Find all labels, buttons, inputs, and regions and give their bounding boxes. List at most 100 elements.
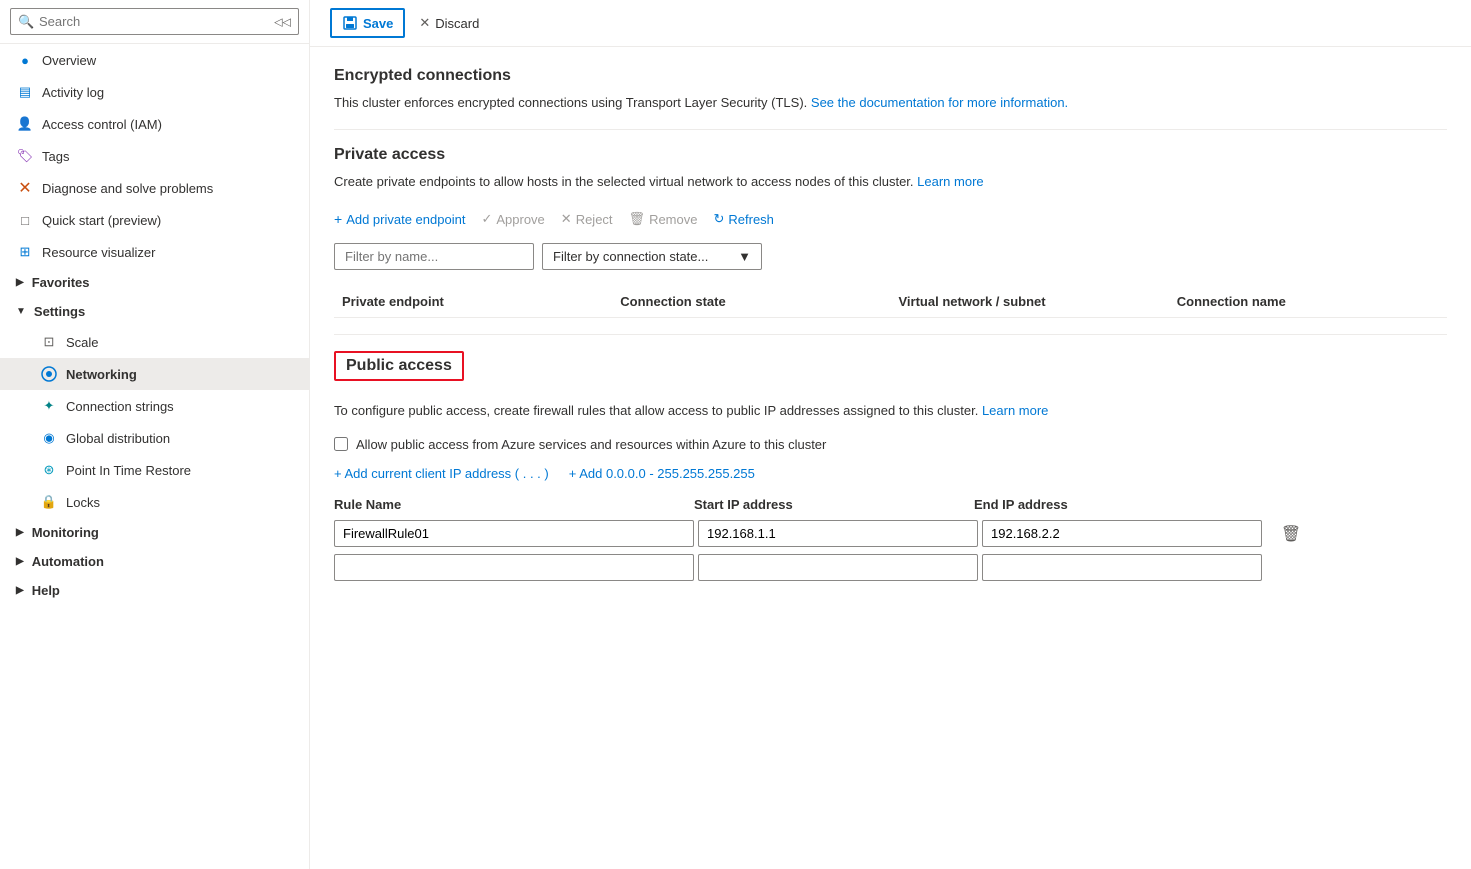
sidebar-item-activity-log[interactable]: ▤ Activity log (0, 76, 309, 108)
discard-button[interactable]: ✕ Discard (409, 10, 489, 36)
discard-x-icon: ✕ (419, 15, 430, 31)
encrypted-connections-title: Encrypted connections (334, 67, 1447, 85)
public-access-checkbox-label: Allow public access from Azure services … (356, 437, 826, 452)
activity-log-icon: ▤ (16, 83, 34, 101)
sidebar-item-label: Tags (42, 149, 69, 164)
sidebar-item-label: Scale (66, 335, 99, 350)
col-rule-name: Rule Name (334, 497, 694, 512)
overview-icon: ● (16, 51, 34, 69)
resource-viz-icon: ⊞ (16, 243, 34, 261)
sidebar-item-resource-visualizer[interactable]: ⊞ Resource visualizer (0, 236, 309, 268)
col-connection-name: Connection name (1169, 294, 1447, 309)
locks-icon: 🔒 (40, 493, 58, 511)
sidebar-item-label: Access control (IAM) (42, 117, 162, 132)
favorites-section[interactable]: ▶ Favorites (0, 268, 309, 297)
delete-row-button-0[interactable]: 🗑 (1266, 520, 1316, 548)
help-section[interactable]: ▶ Help (0, 576, 309, 605)
save-button[interactable]: Save (330, 8, 405, 38)
settings-section[interactable]: ▼ Settings (0, 297, 309, 326)
filter-state-select[interactable]: Filter by connection state... ▼ (542, 243, 762, 270)
remove-button[interactable]: 🗑 Remove (629, 207, 698, 231)
sidebar-item-label: Diagnose and solve problems (42, 181, 213, 196)
search-input[interactable] (10, 8, 299, 35)
favorites-chevron: ▶ (16, 277, 24, 288)
monitoring-chevron: ▶ (16, 527, 24, 538)
col-actions (1254, 497, 1304, 512)
private-access-actions: + Add private endpoint ✓ Approve ✕ Rejec… (334, 207, 1447, 231)
sidebar-item-label: Overview (42, 53, 96, 68)
monitoring-section[interactable]: ▶ Monitoring (0, 518, 309, 547)
firewall-rules-table: Rule Name Start IP address End IP addres… (334, 497, 1447, 581)
public-access-learn-more[interactable]: Learn more (982, 403, 1048, 418)
rule-name-input-0[interactable] (334, 520, 694, 547)
filter-state-chevron: ▼ (738, 249, 751, 264)
automation-label: Automation (32, 554, 104, 569)
rule-name-input-1[interactable] (334, 554, 694, 581)
sidebar-item-quick-start[interactable]: □ Quick start (preview) (0, 204, 309, 236)
sidebar-item-diagnose[interactable]: ✕ Diagnose and solve problems (0, 172, 309, 204)
sidebar-item-label: Resource visualizer (42, 245, 155, 260)
monitoring-label: Monitoring (32, 525, 99, 540)
add-private-endpoint-button[interactable]: + Add private endpoint (334, 207, 465, 231)
sidebar-item-connection-strings[interactable]: ✦ Connection strings (0, 390, 309, 422)
add-client-ip-button[interactable]: + Add current client IP address ( . . . … (334, 466, 549, 481)
refresh-icon: ↻ (713, 211, 724, 227)
add-ip-range-button[interactable]: + Add 0.0.0.0 - 255.255.255.255 (569, 466, 755, 481)
col-private-endpoint: Private endpoint (334, 294, 612, 309)
automation-section[interactable]: ▶ Automation (0, 547, 309, 576)
end-ip-input-0[interactable] (982, 520, 1262, 547)
public-access-checkbox[interactable] (334, 437, 348, 451)
sidebar-item-access-control[interactable]: 👤 Access control (IAM) (0, 108, 309, 140)
public-access-desc: To configure public access, create firew… (334, 401, 1447, 421)
start-ip-input-1[interactable] (698, 554, 978, 581)
search-icon: 🔍 (18, 14, 34, 30)
sidebar-item-label: Point In Time Restore (66, 463, 191, 478)
sidebar-item-label: Locks (66, 495, 100, 510)
quick-start-icon: □ (16, 211, 34, 229)
public-access-title: Public access (346, 357, 452, 374)
col-start-ip: Start IP address (694, 497, 974, 512)
page-content: Encrypted connections This cluster enfor… (310, 47, 1471, 869)
approve-button[interactable]: ✓ Approve (481, 207, 544, 231)
sidebar-item-overview[interactable]: ● Overview (0, 44, 309, 76)
reject-icon: ✕ (561, 211, 572, 227)
sidebar-item-tags[interactable]: 🏷 Tags (0, 140, 309, 172)
start-ip-input-0[interactable] (698, 520, 978, 547)
col-connection-state: Connection state (612, 294, 890, 309)
encrypted-connections-desc: This cluster enforces encrypted connecti… (334, 93, 1447, 113)
encrypted-connections-link[interactable]: See the documentation for more informati… (811, 95, 1068, 110)
sidebar-item-point-in-time[interactable]: ⊛ Point In Time Restore (0, 454, 309, 486)
end-ip-input-1[interactable] (982, 554, 1262, 581)
sidebar-item-scale[interactable]: ⊡ Scale (0, 326, 309, 358)
sidebar-item-locks[interactable]: 🔒 Locks (0, 486, 309, 518)
encrypted-connections-section: Encrypted connections This cluster enfor… (334, 67, 1447, 113)
save-icon (342, 15, 358, 31)
connection-strings-icon: ✦ (40, 397, 58, 415)
sidebar-item-label: Connection strings (66, 399, 174, 414)
public-access-header-box: Public access (334, 351, 464, 381)
save-label: Save (363, 16, 393, 31)
sidebar-item-label: Activity log (42, 85, 104, 100)
filter-name-input[interactable] (334, 243, 534, 270)
sidebar-item-networking[interactable]: Networking (0, 358, 309, 390)
favorites-label: Favorites (32, 275, 90, 290)
sidebar: 🔍 ◁◁ ● Overview ▤ Activity log 👤 Access … (0, 0, 310, 869)
public-access-checkbox-row: Allow public access from Azure services … (334, 437, 1447, 452)
toolbar: Save ✕ Discard (310, 0, 1471, 47)
refresh-button[interactable]: ↻ Refresh (713, 207, 773, 231)
reject-button[interactable]: ✕ Reject (561, 207, 613, 231)
col-virtual-network: Virtual network / subnet (891, 294, 1169, 309)
point-in-time-icon: ⊛ (40, 461, 58, 479)
sidebar-item-label: Quick start (preview) (42, 213, 161, 228)
add-ip-links: + Add current client IP address ( . . . … (334, 466, 1447, 481)
global-dist-icon: ◉ (40, 429, 58, 447)
delete-icon: 🗑 (1281, 524, 1301, 544)
sidebar-item-global-distribution[interactable]: ◉ Global distribution (0, 422, 309, 454)
private-access-learn-more[interactable]: Learn more (917, 174, 983, 189)
add-icon: + (334, 211, 342, 227)
approve-icon: ✓ (481, 211, 492, 227)
table-row: 🗑 (334, 520, 1447, 548)
collapse-icon[interactable]: ◁◁ (274, 15, 291, 28)
settings-label: Settings (34, 304, 85, 319)
scale-icon: ⊡ (40, 333, 58, 351)
